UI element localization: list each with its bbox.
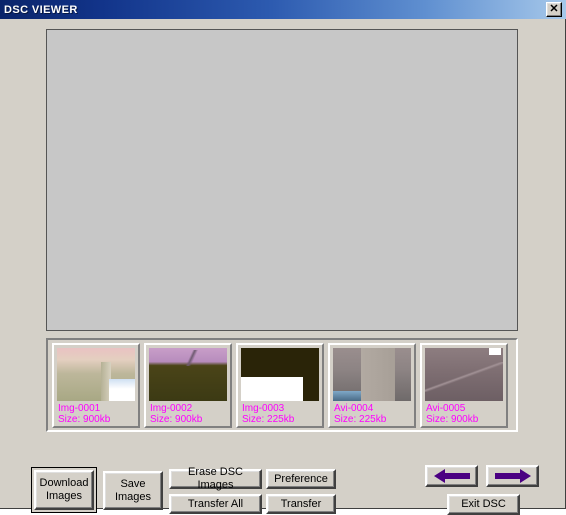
thumbnail-strip: Img-0001 Size: 900kb Img-0002 Size: 900k…: [46, 338, 518, 432]
thumbnail-size-2: Size: 225kb: [242, 414, 295, 425]
download-images-label-line2: Images: [45, 490, 83, 502]
thumbnail-item-0[interactable]: Img-0001 Size: 900kb: [52, 343, 140, 428]
close-icon: ✕: [549, 3, 559, 15]
thumbnail-label-2: Img-0003: [242, 403, 285, 414]
erase-dsc-images-label: Erase DSC Images: [187, 466, 244, 491]
client-area: Img-0001 Size: 900kb Img-0002 Size: 900k…: [0, 19, 565, 515]
thumbnail-size-1: Size: 900kb: [150, 414, 203, 425]
erase-dsc-images-button[interactable]: Erase DSC Images: [169, 466, 262, 491]
window-title: DSC VIEWER: [4, 3, 78, 16]
thumbnail-image-3: [333, 348, 411, 401]
thumbnail-image-0: [57, 348, 135, 401]
thumbnail-item-3[interactable]: Avi-0004 Size: 225kb: [328, 343, 416, 428]
thumbnail-item-2[interactable]: Img-0003 Size: 225kb: [236, 343, 324, 428]
preference-button[interactable]: Preference: [266, 469, 336, 489]
save-images-label-line2: Images: [114, 490, 152, 503]
thumbnail-image-4: [425, 348, 503, 401]
thumbnail-image-1: [149, 348, 227, 401]
thumbnail-item-4[interactable]: Avi-0005 Size: 900kb: [420, 343, 508, 428]
image-preview-area[interactable]: [46, 29, 518, 331]
dsc-viewer-window: DSC VIEWER ✕ Img-0001 Size: 900kb Img-00…: [0, 0, 566, 515]
previous-image-button[interactable]: [425, 465, 478, 487]
save-images-button[interactable]: Save Images: [103, 471, 163, 510]
transfer-all-button[interactable]: Transfer All: [169, 494, 262, 514]
preference-label: Preference: [274, 472, 328, 485]
thumbnail-size-4: Size: 900kb: [426, 414, 479, 425]
close-button[interactable]: ✕: [546, 2, 562, 17]
exit-dsc-button[interactable]: Exit DSC: [447, 494, 520, 515]
download-images-button[interactable]: Download Images: [31, 467, 97, 513]
next-image-button[interactable]: [486, 465, 539, 487]
save-images-label-line1: Save: [120, 477, 146, 490]
thumbnail-label-0: Img-0001: [58, 403, 101, 414]
thumbnail-image-2: [241, 348, 319, 401]
thumbnail-item-1[interactable]: Img-0002 Size: 900kb: [144, 343, 232, 428]
thumbnail-label-3: Avi-0004: [334, 403, 374, 414]
arrow-right-icon: [494, 469, 531, 483]
download-images-button-inner: Download Images: [34, 470, 94, 510]
exit-dsc-label: Exit DSC: [461, 498, 506, 510]
thumbnail-label-4: Avi-0005: [426, 403, 466, 414]
thumbnail-size-0: Size: 900kb: [58, 414, 111, 425]
download-images-label-line1: Download: [39, 477, 89, 489]
thumbnail-label-1: Img-0002: [150, 403, 193, 414]
title-bar: DSC VIEWER ✕: [0, 0, 566, 19]
thumbnail-size-3: Size: 225kb: [334, 414, 387, 425]
transfer-button[interactable]: Transfer: [266, 494, 336, 514]
arrow-left-icon: [433, 469, 470, 483]
